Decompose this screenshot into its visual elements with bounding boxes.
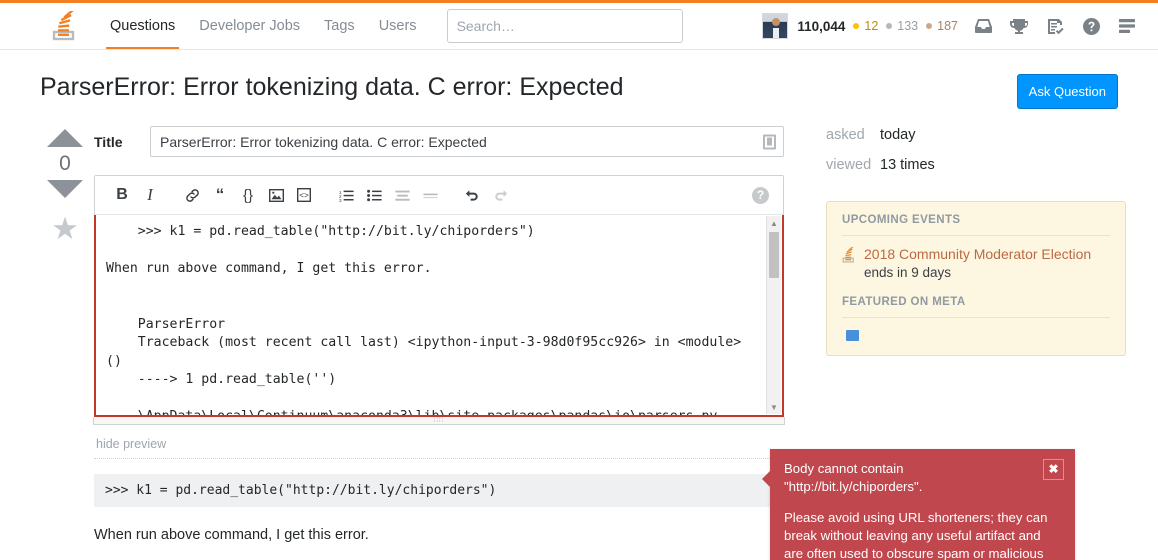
editor-scrollbar[interactable]: ▲ ▼ [766,216,781,414]
badge-group: 12 133 187 [853,19,964,33]
bold-icon[interactable]: B [109,182,135,208]
review-icon[interactable] [1038,9,1072,43]
undo-icon[interactable] [459,182,485,208]
nav-item-questions[interactable]: Questions [98,3,187,49]
redo-icon[interactable] [487,182,513,208]
vote-count: 0 [59,152,71,175]
editor-toolbar: B I “ {} <> 123 ? [95,176,783,215]
trophy-icon[interactable] [1002,9,1036,43]
title-field-row: Title [94,126,784,157]
editor-help-icon[interactable]: ? [752,186,769,204]
validation-error-popup: ✖ Body cannot contain "http://bit.ly/chi… [762,449,1075,560]
page-title: ParserError: Error tokenizing data. C er… [40,73,624,101]
question-body-input[interactable] [96,215,782,415]
svg-text:<>: <> [299,192,309,201]
editor-resize-grip[interactable]: ∷∷ [93,417,785,425]
error-title: Body cannot contain "http://bit.ly/chipo… [784,461,923,494]
site-switcher-icon[interactable] [1110,9,1144,43]
markdown-editor: B I “ {} <> 123 ? >>> k1 = pd.read_table… [94,175,784,417]
silver-badge-count: 133 [897,19,919,33]
event-link[interactable]: 2018 Community Moderator Election [864,245,1091,263]
stat-asked-label: asked [826,127,865,143]
bronze-badge-icon [926,23,933,29]
stat-asked-value: today [880,127,916,143]
scrollbar-up-arrow-icon[interactable]: ▲ [767,216,781,230]
nav-item-tags[interactable]: Tags [312,3,367,49]
ask-question-button[interactable]: Ask Question [1016,74,1118,109]
event-text: 2018 Community Moderator Election ends i… [864,245,1091,283]
stack-overflow-logo[interactable] [38,3,92,49]
upcoming-events-heading: UPCOMING EVENTS [842,214,1110,236]
featured-on-meta-heading: FEATURED ON META [842,296,1110,318]
user-area: 110,044 12 133 187 [762,9,1144,43]
stat-viewed-value: 13 times [880,157,935,173]
primary-nav: Questions Developer Jobs Tags Users [98,3,429,49]
event-subtext: ends in 9 days [864,265,952,281]
scrollbar-thumb[interactable] [769,232,779,278]
close-icon[interactable]: ✖ [1043,459,1064,480]
gold-badge-icon [853,23,860,29]
title-input-wrap [150,126,784,157]
nav-item-users[interactable]: Users [367,3,429,49]
svg-text:3: 3 [339,198,342,202]
editor-body-wrap: ▲ ▼ [94,215,784,417]
code-icon[interactable]: {} [235,182,261,208]
featured-meta-item-partial [842,327,1110,341]
downvote-button[interactable] [47,180,83,198]
gold-badge-count: 12 [864,19,879,33]
reputation-count: 110,044 [797,18,846,34]
silver-badge-icon [886,23,893,29]
error-paragraph-1: Please avoid using URL shorteners; they … [784,509,1048,560]
italic-icon[interactable]: I [137,182,163,208]
vote-gutter: 0 ★ [36,126,94,560]
hide-preview-link[interactable]: hide preview [96,437,166,451]
preview-code-block: >>> k1 = pd.read_table("http://bit.ly/ch… [94,474,784,507]
search-input[interactable] [446,9,683,43]
upvote-button[interactable] [47,129,83,147]
image-icon[interactable] [263,182,289,208]
preview-divider [94,458,784,459]
page-title-row: ParserError: Error tokenizing data. C er… [0,50,1158,109]
stat-asked: asked today [826,127,1156,143]
site-header: Questions Developer Jobs Tags Users 110,… [0,3,1158,50]
title-input[interactable] [150,126,784,157]
bulleted-list-icon[interactable] [361,182,387,208]
blockquote-icon[interactable]: “ [207,182,233,208]
inbox-icon[interactable] [966,9,1000,43]
title-label: Title [94,133,123,150]
error-body: Please avoid using URL shorteners; they … [784,509,1061,560]
title-badge-icon [763,134,776,149]
preview-paragraph: When run above command, I get this error… [94,527,369,543]
help-circle-icon[interactable] [1074,9,1108,43]
horizontal-rule-icon[interactable] [417,182,443,208]
snippet-icon[interactable]: <> [291,182,317,208]
heading-icon[interactable] [389,182,415,208]
favorite-star-icon[interactable]: ★ [51,213,79,244]
meta-item-icon [846,329,859,341]
main-content: 0 ★ Title B I “ {} [0,109,1158,560]
search-container [446,9,683,43]
avatar[interactable] [762,13,789,39]
numbered-list-icon[interactable]: 123 [333,182,359,208]
nav-item-developer-jobs[interactable]: Developer Jobs [187,3,312,49]
stack-overflow-mini-logo-icon [842,245,864,268]
link-icon[interactable] [179,182,205,208]
stat-viewed-label: viewed [826,157,872,173]
community-bulletin: UPCOMING EVENTS 2018 Community Moderator… [826,201,1126,356]
event-item: 2018 Community Moderator Election ends i… [842,245,1110,283]
bronze-badge-count: 187 [937,19,958,33]
scrollbar-down-arrow-icon[interactable]: ▼ [767,400,781,414]
question-editor: Title B I “ {} <> [93,126,785,560]
stat-viewed: viewed 13 times [826,157,1156,173]
